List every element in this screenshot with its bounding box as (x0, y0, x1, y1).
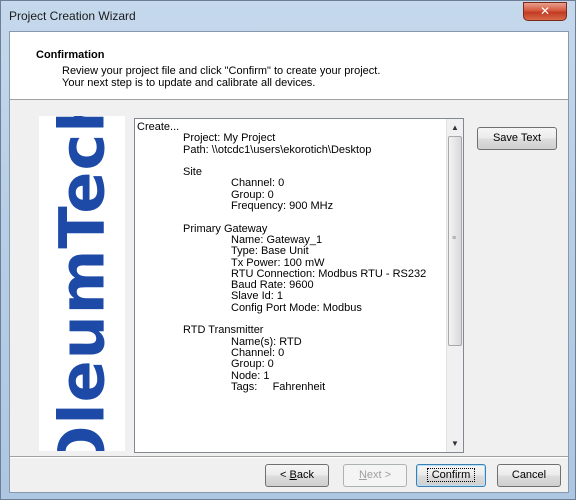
scrollbar-thumb[interactable]: ≡ (448, 136, 462, 346)
logo-text: OleumTech (45, 116, 119, 451)
wizard-client-area: Confirmation Review your project file an… (9, 31, 569, 493)
header-description-line-2: Your next step is to update and calibrat… (62, 77, 316, 89)
wizard-window: Project Creation Wizard ✕ Confirmation R… (0, 0, 576, 500)
summary-line: Frequency: 900 MHz (231, 200, 334, 213)
wizard-header: Confirmation Review your project file an… (10, 32, 568, 100)
back-button-prefix: < (280, 469, 290, 481)
scroll-down-arrow-icon[interactable]: ▼ (447, 435, 463, 452)
confirm-button[interactable]: Confirm (416, 464, 486, 487)
project-summary-text: Create... Project: My Project Path: \\otcd… (137, 121, 447, 393)
summary-line: Path: \\otcdc1\users\ekorotich\Desktop (183, 143, 372, 156)
summary-line: Site (183, 166, 202, 179)
next-button-label: ext > (366, 469, 392, 481)
scroll-up-arrow-icon[interactable]: ▲ (447, 119, 463, 136)
footer-separator (10, 456, 568, 458)
summary-line (137, 212, 447, 223)
next-button[interactable]: Next > (343, 464, 407, 487)
title-bar[interactable]: Project Creation Wizard ✕ (1, 1, 575, 31)
summary-line: Baud Rate: 9600 (231, 279, 314, 292)
project-summary-textbox[interactable]: Create... Project: My Project Path: \\otcd… (134, 118, 464, 453)
vertical-scrollbar[interactable]: ▲ ≡ ▼ (446, 119, 463, 452)
back-button-label: ack (296, 469, 314, 481)
next-button-mnemonic: N (358, 469, 367, 481)
window-title: Project Creation Wizard (9, 9, 136, 23)
summary-line: Channel: 0 (231, 177, 285, 190)
back-button-mnemonic: B (289, 469, 297, 481)
confirm-button-label: Confirm (426, 468, 476, 482)
cancel-button[interactable]: Cancel (497, 464, 561, 487)
summary-line: Group: 0 (231, 358, 274, 371)
back-button[interactable]: < Back (265, 464, 329, 487)
save-text-button[interactable]: Save Text (477, 127, 557, 150)
summary-line: Name(s): RTD (231, 335, 302, 348)
header-description-line-1: Review your project file and click "Conf… (62, 65, 381, 77)
summary-line: Type: Base Unit (231, 245, 309, 258)
summary-line: RTD Transmitter (183, 324, 264, 337)
page-title: Confirmation (36, 49, 105, 61)
scrollbar-grip-icon: ≡ (452, 235, 457, 242)
summary-line: Tags: Fahrenheit (231, 380, 326, 393)
summary-line: Config Port Mode: Modbus (231, 301, 362, 314)
summary-line: Project: My Project (183, 132, 276, 145)
summary-line: Channel: 0 (231, 346, 285, 359)
close-icon[interactable]: ✕ (523, 2, 567, 21)
oleumtech-logo: OleumTech (39, 116, 125, 451)
